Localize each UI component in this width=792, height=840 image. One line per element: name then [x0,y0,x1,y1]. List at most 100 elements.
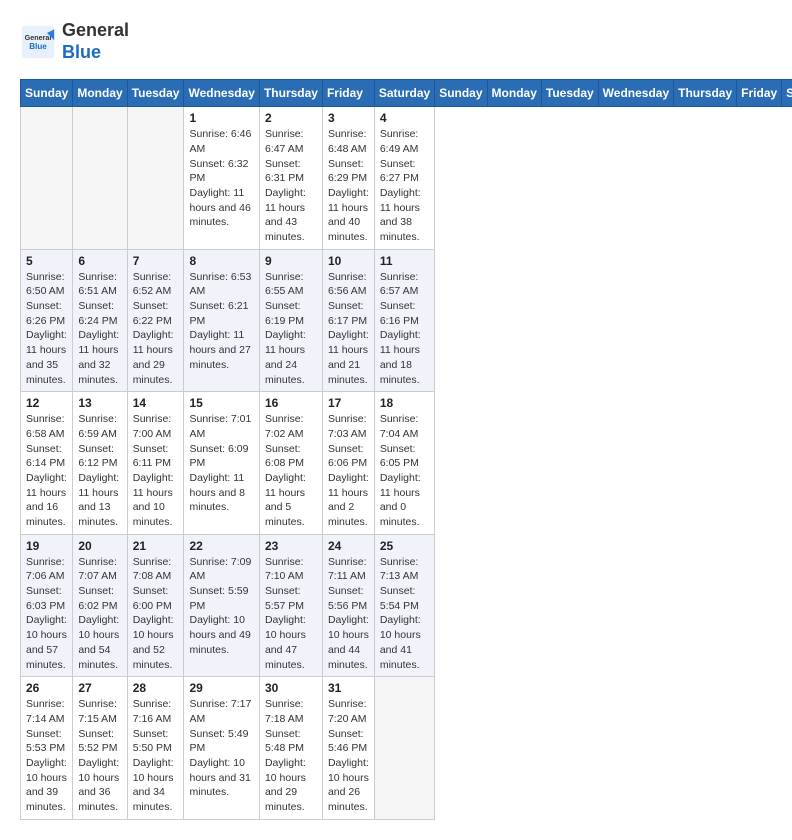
day-number: 21 [133,539,179,553]
calendar-cell: 16 Sunrise: 7:02 AM Sunset: 6:08 PM Dayli… [259,392,322,535]
header-tuesday: Tuesday [127,80,184,107]
logo: General Blue General Blue [20,20,129,63]
day-number: 22 [189,539,253,553]
day-number: 20 [78,539,121,553]
day-info: Sunrise: 6:58 AM Sunset: 6:14 PM Dayligh… [26,412,67,530]
calendar-week-4: 19 Sunrise: 7:06 AM Sunset: 6:03 PM Dayli… [21,534,792,677]
calendar-cell: 12 Sunrise: 6:58 AM Sunset: 6:14 PM Dayli… [21,392,73,535]
day-info: Sunrise: 7:00 AM Sunset: 6:11 PM Dayligh… [133,412,179,530]
day-number: 23 [265,539,317,553]
day-info: Sunrise: 7:17 AM Sunset: 5:49 PM Dayligh… [189,697,253,800]
day-number: 24 [328,539,369,553]
header-friday: Friday [322,80,374,107]
day-info: Sunrise: 6:49 AM Sunset: 6:27 PM Dayligh… [380,127,429,245]
day-number: 10 [328,254,369,268]
day-number: 18 [380,396,429,410]
header-day-friday: Friday [737,80,782,107]
day-info: Sunrise: 7:08 AM Sunset: 6:00 PM Dayligh… [133,555,179,673]
calendar-cell: 2 Sunrise: 6:47 AM Sunset: 6:31 PM Daylig… [259,107,322,250]
day-info: Sunrise: 6:51 AM Sunset: 6:24 PM Dayligh… [78,270,121,388]
day-info: Sunrise: 6:55 AM Sunset: 6:19 PM Dayligh… [265,270,317,388]
day-number: 19 [26,539,67,553]
calendar-cell: 25Sunrise: 7:13 AM Sunset: 5:54 PM Dayli… [374,534,434,677]
day-info: Sunrise: 7:09 AM Sunset: 5:59 PM Dayligh… [189,555,253,658]
day-info: Sunrise: 7:16 AM Sunset: 5:50 PM Dayligh… [133,697,179,815]
calendar-cell: 17Sunrise: 7:03 AM Sunset: 6:06 PM Dayli… [322,392,374,535]
header-day-sunday: Sunday [435,80,487,107]
day-info: Sunrise: 6:57 AM Sunset: 6:16 PM Dayligh… [380,270,429,388]
day-info: Sunrise: 7:13 AM Sunset: 5:54 PM Dayligh… [380,555,429,673]
day-number: 4 [380,111,429,125]
day-number: 3 [328,111,369,125]
day-number: 28 [133,681,179,695]
day-info: Sunrise: 6:47 AM Sunset: 6:31 PM Dayligh… [265,127,317,245]
calendar-cell: 4 Sunrise: 6:49 AM Sunset: 6:27 PM Daylig… [374,107,434,250]
calendar-cell: 19 Sunrise: 7:06 AM Sunset: 6:03 PM Dayli… [21,534,73,677]
day-number: 8 [189,254,253,268]
day-number: 16 [265,396,317,410]
day-info: Sunrise: 6:59 AM Sunset: 6:12 PM Dayligh… [78,412,121,530]
day-info: Sunrise: 7:04 AM Sunset: 6:05 PM Dayligh… [380,412,429,530]
calendar-cell: 31 Sunrise: 7:20 AM Sunset: 5:46 PM Dayli… [322,677,374,820]
calendar-cell: 3 Sunrise: 6:48 AM Sunset: 6:29 PM Daylig… [322,107,374,250]
header-monday: Monday [73,80,127,107]
day-info: Sunrise: 6:48 AM Sunset: 6:29 PM Dayligh… [328,127,369,245]
day-number: 12 [26,396,67,410]
day-info: Sunrise: 7:11 AM Sunset: 5:56 PM Dayligh… [328,555,369,673]
day-number: 29 [189,681,253,695]
calendar-cell: 21 Sunrise: 7:08 AM Sunset: 6:00 PM Dayli… [127,534,184,677]
header-thursday: Thursday [259,80,322,107]
day-number: 2 [265,111,317,125]
day-info: Sunrise: 7:01 AM Sunset: 6:09 PM Dayligh… [189,412,253,515]
header-day-monday: Monday [487,80,541,107]
day-number: 31 [328,681,369,695]
day-info: Sunrise: 7:14 AM Sunset: 5:53 PM Dayligh… [26,697,67,815]
calendar-cell: 23 Sunrise: 7:10 AM Sunset: 5:57 PM Dayli… [259,534,322,677]
day-info: Sunrise: 6:50 AM Sunset: 6:26 PM Dayligh… [26,270,67,388]
calendar-cell: 26 Sunrise: 7:14 AM Sunset: 5:53 PM Dayli… [21,677,73,820]
header-day-saturday: Saturday [782,80,792,107]
page-header: General Blue General Blue [20,20,772,63]
calendar-week-1: 1Sunrise: 6:46 AM Sunset: 6:32 PM Daylig… [21,107,792,250]
calendar-cell: 8 Sunrise: 6:53 AM Sunset: 6:21 PM Daylig… [184,249,259,392]
header-day-wednesday: Wednesday [598,80,673,107]
calendar-cell: 5 Sunrise: 6:50 AM Sunset: 6:26 PM Daylig… [21,249,73,392]
calendar-cell: 14Sunrise: 7:00 AM Sunset: 6:11 PM Dayli… [127,392,184,535]
day-number: 27 [78,681,121,695]
svg-text:General: General [25,33,52,42]
calendar-cell: 30Sunrise: 7:18 AM Sunset: 5:48 PM Dayli… [259,677,322,820]
calendar-cell: 18 Sunrise: 7:04 AM Sunset: 6:05 PM Dayli… [374,392,434,535]
day-info: Sunrise: 7:20 AM Sunset: 5:46 PM Dayligh… [328,697,369,815]
calendar-cell: 11Sunrise: 6:57 AM Sunset: 6:16 PM Dayli… [374,249,434,392]
day-info: Sunrise: 7:06 AM Sunset: 6:03 PM Dayligh… [26,555,67,673]
calendar-cell: 6 Sunrise: 6:51 AM Sunset: 6:24 PM Daylig… [73,249,127,392]
day-number: 15 [189,396,253,410]
calendar-cell [21,107,73,250]
logo-text: General Blue [62,20,129,63]
day-info: Sunrise: 7:10 AM Sunset: 5:57 PM Dayligh… [265,555,317,673]
day-info: Sunrise: 7:03 AM Sunset: 6:06 PM Dayligh… [328,412,369,530]
header-wednesday: Wednesday [184,80,259,107]
header-saturday: Saturday [374,80,434,107]
calendar-cell: 7Sunrise: 6:52 AM Sunset: 6:22 PM Daylig… [127,249,184,392]
calendar-cell: 24 Sunrise: 7:11 AM Sunset: 5:56 PM Dayli… [322,534,374,677]
svg-text:Blue: Blue [29,42,47,51]
calendar-cell [127,107,184,250]
day-number: 6 [78,254,121,268]
calendar-cell: 13Sunrise: 6:59 AM Sunset: 6:12 PM Dayli… [73,392,127,535]
calendar-cell: 15 Sunrise: 7:01 AM Sunset: 6:09 PM Dayli… [184,392,259,535]
calendar-cell [73,107,127,250]
header-day-tuesday: Tuesday [541,80,598,107]
day-number: 26 [26,681,67,695]
calendar-cell: 1Sunrise: 6:46 AM Sunset: 6:32 PM Daylig… [184,107,259,250]
calendar-cell: 22 Sunrise: 7:09 AM Sunset: 5:59 PM Dayli… [184,534,259,677]
day-number: 5 [26,254,67,268]
day-info: Sunrise: 6:46 AM Sunset: 6:32 PM Dayligh… [189,127,253,230]
day-info: Sunrise: 6:53 AM Sunset: 6:21 PM Dayligh… [189,270,253,373]
day-info: Sunrise: 6:56 AM Sunset: 6:17 PM Dayligh… [328,270,369,388]
header-day-thursday: Thursday [674,80,737,107]
calendar-header-row: SundayMondayTuesdayWednesdayThursdayFrid… [21,80,792,107]
calendar-cell: 28 Sunrise: 7:16 AM Sunset: 5:50 PM Dayli… [127,677,184,820]
day-info: Sunrise: 7:02 AM Sunset: 6:08 PM Dayligh… [265,412,317,530]
day-info: Sunrise: 7:07 AM Sunset: 6:02 PM Dayligh… [78,555,121,673]
